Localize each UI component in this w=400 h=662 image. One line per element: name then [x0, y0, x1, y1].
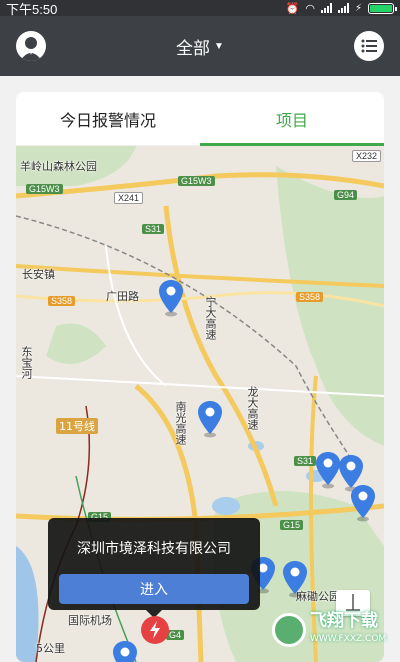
user-avatar-icon[interactable] — [16, 31, 46, 61]
map-label-town: 长安镇 — [22, 268, 55, 281]
signal-icon-2 — [337, 3, 349, 13]
enter-button[interactable]: 进入 — [59, 574, 249, 604]
map-pin-icon[interactable] — [282, 560, 308, 598]
tab-bar: 今日报警情况 项目 — [16, 92, 384, 146]
app-bar: 全部 ▼ — [0, 16, 400, 76]
list-icon[interactable] — [354, 31, 384, 61]
road-shield: X232 — [352, 150, 382, 162]
map-pin-icon[interactable] — [158, 279, 184, 317]
watermark-text: 飞翔下载 — [310, 611, 378, 631]
wifi-icon: ◠ — [305, 1, 315, 15]
road-shield: S358 — [296, 292, 324, 302]
road-shield: G15W3 — [178, 176, 215, 186]
caret-down-icon: ▼ — [214, 40, 224, 52]
watermark: 飞翔下载 WWW.FXXZ.COM — [272, 610, 392, 650]
map-label-metro: 11号线 — [56, 418, 98, 434]
map-label-road1: 广田路 — [106, 290, 139, 303]
popup-company-name: 深圳市境泽科技有限公司 — [77, 541, 231, 557]
tab-projects[interactable]: 项目 — [200, 92, 384, 145]
watermark-url: WWW.FXXZ.COM — [310, 634, 387, 644]
road-shield: S31 — [294, 456, 317, 466]
map-label-road3: 南光高速 — [174, 401, 187, 445]
watermark-logo-icon — [272, 613, 306, 647]
alarm-clock-icon: ⏰ — [285, 1, 300, 15]
status-bar: 下午5:50 ⏰ ◠ ⚡ — [0, 0, 400, 17]
road-shield: X241 — [114, 192, 144, 204]
alarm-marker-icon[interactable] — [141, 616, 169, 644]
map-label-airport: 国际机场 — [68, 614, 112, 627]
map-pin-icon[interactable] — [112, 640, 138, 662]
map-label-road2: 宁大高速 — [204, 296, 217, 340]
filter-label: 全部 — [176, 38, 211, 58]
road-shield: S31 — [142, 224, 165, 234]
road-shield: G94 — [334, 190, 358, 200]
map-label-area: 东宝河 — [20, 346, 33, 379]
filter-dropdown[interactable]: 全部 ▼ — [176, 34, 224, 59]
charging-icon: ⚡ — [354, 2, 362, 14]
road-shield: G15W3 — [26, 184, 63, 194]
battery-icon — [368, 2, 397, 14]
company-popup: 深圳市境泽科技有限公司 进入 — [48, 518, 260, 618]
map-label-road4: 龙大高速 — [246, 386, 259, 430]
status-time: 下午5:50 — [6, 1, 58, 17]
signal-icon — [320, 3, 332, 13]
tab-today-alarms[interactable]: 今日报警情况 — [16, 92, 200, 145]
map-label-distance: 5公里 — [36, 642, 65, 655]
road-shield: S358 — [48, 296, 76, 306]
map-pin-icon[interactable] — [197, 400, 223, 438]
map-label-park: 羊岭山森林公园 — [20, 160, 97, 173]
map-pin-icon[interactable] — [350, 484, 376, 522]
road-shield: G15 — [280, 520, 304, 530]
